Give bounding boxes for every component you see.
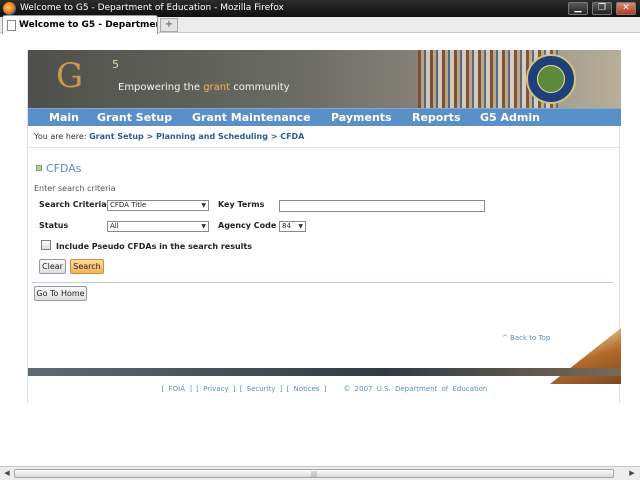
- maximize-button[interactable]: ❐: [592, 2, 612, 15]
- web-content: G 5 Empowering the grant community Main …: [0, 34, 640, 466]
- breadcrumb: You are here: Grant Setup > Planning and…: [34, 132, 304, 141]
- browser-tab[interactable]: Welcome to G5 - Departmen...: [2, 15, 158, 34]
- nav-grant-maintenance[interactable]: Grant Maintenance: [192, 109, 311, 127]
- agency-code-value: 84: [282, 222, 291, 230]
- firefox-icon: [3, 2, 16, 15]
- footer-copyright: © 2007 U.S. Department of Education: [343, 385, 488, 393]
- search-criteria-label: Search Criteria: [39, 200, 107, 209]
- nav-payments[interactable]: Payments: [331, 109, 392, 127]
- close-window-button[interactable]: ✕: [616, 2, 636, 15]
- status-value: All: [110, 222, 119, 230]
- g5-logo-sup: 5: [112, 58, 119, 71]
- tagline-highlight: grant: [203, 82, 231, 93]
- scroll-right-icon[interactable]: ▶: [626, 468, 638, 479]
- footer-strip: [28, 368, 621, 376]
- breadcrumb-path[interactable]: Grant Setup > Planning and Scheduling > …: [89, 132, 304, 141]
- chevron-down-icon: ▼: [201, 202, 206, 209]
- new-tab-button[interactable]: +: [160, 18, 178, 32]
- nav-g5-admin[interactable]: G5 Admin: [480, 109, 540, 127]
- go-to-home-button[interactable]: Go To Home: [34, 286, 87, 301]
- section-bullet-icon: [36, 165, 42, 171]
- scroll-left-icon[interactable]: ◀: [1, 468, 13, 479]
- banner-tagline: Empowering the grant community: [118, 82, 290, 93]
- page-icon: [7, 20, 16, 31]
- agency-code-label: Agency Code: [218, 221, 277, 230]
- page-container: G 5 Empowering the grant community Main …: [27, 50, 621, 403]
- include-pseudo-label: Include Pseudo CFDAs in the search resul…: [56, 242, 252, 251]
- key-terms-label: Key Terms: [218, 200, 265, 209]
- form-divider: [32, 282, 613, 283]
- scrollbar-thumb[interactable]: |||: [14, 469, 614, 478]
- department-seal-icon: [526, 54, 576, 104]
- agency-code-select[interactable]: 84 ▼: [279, 221, 306, 232]
- nav-grant-setup[interactable]: Grant Setup: [97, 109, 172, 127]
- minimize-button[interactable]: ▁: [568, 2, 588, 15]
- horizontal-scrollbar[interactable]: ◀ ||| ▶: [0, 466, 640, 480]
- include-pseudo-checkbox[interactable]: [41, 240, 51, 250]
- scrollbar-grip-icon: |||: [311, 471, 318, 478]
- footer-link-notices[interactable]: [ Notices ]: [287, 385, 327, 393]
- g5-logo: G: [56, 56, 83, 96]
- site-banner: G 5 Empowering the grant community: [28, 50, 621, 108]
- breadcrumb-prefix: You are here:: [34, 132, 87, 141]
- search-criteria-value: CFDA Title: [110, 201, 147, 209]
- status-select[interactable]: All ▼: [107, 221, 209, 232]
- browser-tab-label: Welcome to G5 - Departmen...: [19, 20, 158, 30]
- chevron-down-icon: ▼: [298, 223, 303, 230]
- status-label: Status: [39, 221, 69, 230]
- main-nav: Main Grant Setup Grant Maintenance Payme…: [28, 108, 621, 126]
- nav-reports[interactable]: Reports: [412, 109, 461, 127]
- footer-link-foia[interactable]: [ FOIA ]: [162, 385, 192, 393]
- search-hint: Enter search criteria: [34, 184, 116, 193]
- key-terms-input[interactable]: [279, 200, 485, 212]
- tagline-post: community: [230, 82, 290, 93]
- section-heading: CFDAs: [36, 162, 82, 175]
- search-button[interactable]: Search: [70, 259, 104, 274]
- search-criteria-select[interactable]: CFDA Title ▼: [107, 200, 209, 211]
- section-title: CFDAs: [46, 162, 82, 175]
- footer-link-privacy[interactable]: [ Privacy ]: [196, 385, 235, 393]
- tagline-pre: Empowering the: [118, 82, 204, 93]
- chevron-down-icon: ▼: [201, 223, 206, 230]
- breadcrumb-divider: [28, 147, 621, 148]
- back-to-top-link[interactable]: ^ Back to Top: [502, 334, 550, 342]
- footer-link-security[interactable]: [ Security ]: [240, 385, 283, 393]
- nav-main[interactable]: Main: [49, 109, 79, 127]
- site-footer: [ FOIA ] [ Privacy ] [ Security ] [ Noti…: [28, 385, 621, 393]
- seal-tree-icon: [537, 65, 565, 93]
- clear-button[interactable]: Clear: [39, 259, 66, 274]
